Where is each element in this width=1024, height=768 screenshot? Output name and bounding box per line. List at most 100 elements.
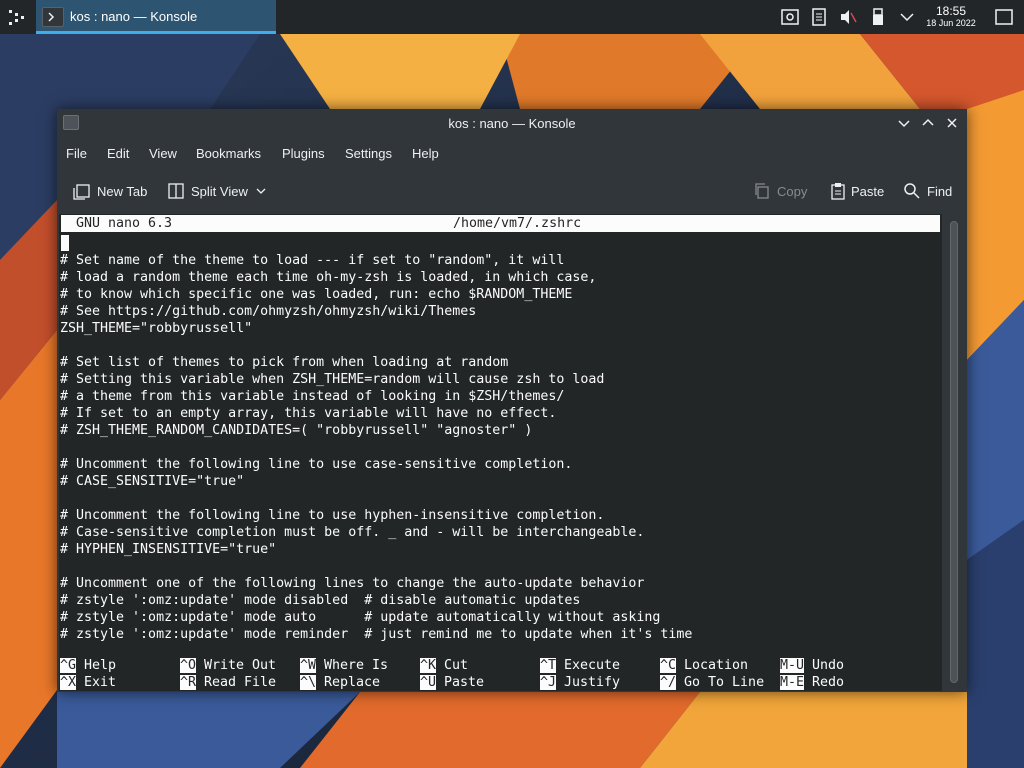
menu-settings[interactable]: Settings (345, 146, 392, 161)
volume-muted-icon[interactable] (838, 7, 858, 27)
clock[interactable]: 18:55 18 Jun 2022 (922, 5, 980, 29)
nano-shortcut: ^K Cut (420, 657, 468, 674)
application-launcher-icon[interactable] (4, 4, 30, 30)
nano-text-line: # HYPHEN_INSENSITIVE="true" (60, 542, 277, 557)
nano-text-line: ZSH_THEME="robbyrussell" (60, 321, 253, 336)
shortcut-label: Cut (444, 658, 469, 673)
scrollbar-thumb[interactable] (950, 221, 958, 683)
shortcut-label: Where Is (324, 658, 389, 673)
nano-shortcut: ^G Help (60, 657, 116, 674)
nano-shortcut: ^U Paste (420, 674, 484, 691)
new-tab-icon (73, 184, 90, 200)
menubar: File Edit View Bookmarks Plugins Setting… (57, 141, 967, 165)
shortcut-key: ^T (540, 658, 557, 673)
paste-icon (831, 183, 845, 200)
nano-text-line: # Setting this variable when ZSH_THEME=r… (60, 372, 605, 387)
nano-text-line: # See https://github.com/ohmyzsh/ohmyzsh… (60, 304, 477, 319)
clock-time: 18:55 (935, 4, 967, 18)
paste-button[interactable]: Paste (827, 179, 887, 203)
shortcut-key: ^J (540, 675, 557, 690)
chevron-down-icon[interactable] (897, 7, 917, 27)
notes-icon[interactable] (809, 7, 829, 27)
nano-text-line: # load a random theme each time oh-my-zs… (60, 270, 597, 285)
shortcut-key: ^R (180, 675, 197, 690)
nano-shortcut: ^W Where Is (300, 657, 388, 674)
find-button[interactable]: Find (901, 179, 957, 203)
chevron-down-icon (256, 188, 266, 194)
window-title: kos : nano — Konsole (448, 116, 576, 131)
nano-shortcut: ^\ Replace (300, 674, 380, 691)
clipboard-icon[interactable] (780, 7, 800, 27)
removable-device-icon[interactable] (868, 7, 888, 27)
clock-date: 18 Jun 2022 (926, 18, 976, 28)
taskbar-task-konsole[interactable]: kos : nano — Konsole (36, 0, 276, 34)
new-tab-label: New Tab (97, 184, 148, 199)
menu-file[interactable]: File (66, 146, 87, 161)
nano-title-bar: GNU nano 6.3 /home/vm7/.zshrc (61, 215, 940, 232)
nano-shortcut: ^T Execute (540, 657, 620, 674)
menu-view[interactable]: View (149, 146, 177, 161)
window-titlebar[interactable]: kos : nano — Konsole (57, 109, 967, 137)
split-view-button[interactable]: Split View (165, 179, 271, 203)
task-label: kos : nano — Konsole (70, 9, 198, 24)
shortcut-key: ^W (300, 658, 317, 673)
nano-text-line: # If set to an empty array, this variabl… (60, 406, 557, 421)
copy-button[interactable]: Copy (751, 179, 811, 203)
nano-shortcut: M-U Undo (780, 657, 844, 674)
shortcut-label: Help (84, 658, 117, 673)
shortcut-key: ^K (420, 658, 437, 673)
shortcut-label: Location (684, 658, 749, 673)
menu-help[interactable]: Help (412, 146, 439, 161)
nano-filename: /home/vm7/.zshrc (453, 216, 582, 231)
show-desktop-icon[interactable] (994, 7, 1014, 27)
shortcut-key: M-U (780, 658, 805, 673)
nano-shortcut: ^J Justify (540, 674, 620, 691)
nano-text-line: # zstyle ':omz:update' mode disabled # d… (60, 593, 581, 608)
shortcut-label: Go To Line (684, 675, 765, 690)
minimize-icon[interactable] (895, 114, 913, 132)
nano-shortcut: ^X Exit (60, 674, 116, 691)
taskbar: kos : nano — Konsole 18:55 18 Jun 2022 (0, 0, 1024, 34)
maximize-icon[interactable] (919, 114, 937, 132)
nano-text-line: # Set list of themes to pick from when l… (60, 355, 509, 370)
nano-text-line: # Uncomment one of the following lines t… (60, 576, 645, 591)
menu-bookmarks[interactable]: Bookmarks (196, 146, 261, 161)
shortcut-label: Replace (324, 675, 381, 690)
konsole-window: kos : nano — Konsole File Edit View Book… (57, 109, 967, 692)
copy-label: Copy (777, 184, 808, 199)
nano-text-line: # zstyle ':omz:update' mode reminder # j… (60, 627, 693, 642)
split-view-icon (168, 183, 184, 199)
nano-text-line: # ZSH_THEME_RANDOM_CANDIDATES=( "robbyru… (60, 423, 533, 438)
nano-shortcut: M-E Redo (780, 674, 844, 691)
shortcut-key: ^C (660, 658, 677, 673)
menu-edit[interactable]: Edit (107, 146, 129, 161)
shortcut-label: Write Out (204, 658, 277, 673)
new-tab-button[interactable]: New Tab (71, 179, 153, 203)
shortcut-label: Redo (812, 675, 845, 690)
nano-text-line: # zstyle ':omz:update' mode auto # updat… (60, 610, 661, 625)
nano-version: GNU nano 6.3 (76, 216, 173, 231)
search-icon (904, 183, 920, 199)
terminal-view[interactable]: GNU nano 6.3 /home/vm7/.zshrc # Set name… (59, 214, 942, 691)
shortcut-label: Undo (812, 658, 845, 673)
nano-shortcut: ^O Write Out (180, 657, 276, 674)
shortcut-key: ^\ (300, 675, 317, 690)
shortcut-key: M-E (780, 675, 805, 690)
close-icon[interactable] (943, 114, 961, 132)
text-cursor (61, 235, 69, 251)
nano-text-line: # Uncomment the following line to use ca… (60, 457, 573, 472)
shortcut-key: ^U (420, 675, 437, 690)
menu-plugins[interactable]: Plugins (282, 146, 325, 161)
nano-shortcut: ^/ Go To Line (660, 674, 764, 691)
find-label: Find (927, 184, 953, 199)
shortcut-key: ^X (60, 675, 77, 690)
shortcut-key: ^/ (660, 675, 677, 690)
terminal-scrollbar[interactable] (947, 217, 961, 687)
nano-text-line: # CASE_SENSITIVE="true" (60, 474, 245, 489)
toolbar: New Tab Split View Copy Paste Find (57, 175, 967, 207)
copy-icon (755, 183, 769, 199)
shortcut-label: Justify (564, 675, 621, 690)
split-view-label: Split View (191, 184, 248, 199)
nano-text-line: # to know which specific one was loaded,… (60, 287, 573, 302)
nano-shortcut: ^R Read File (180, 674, 276, 691)
